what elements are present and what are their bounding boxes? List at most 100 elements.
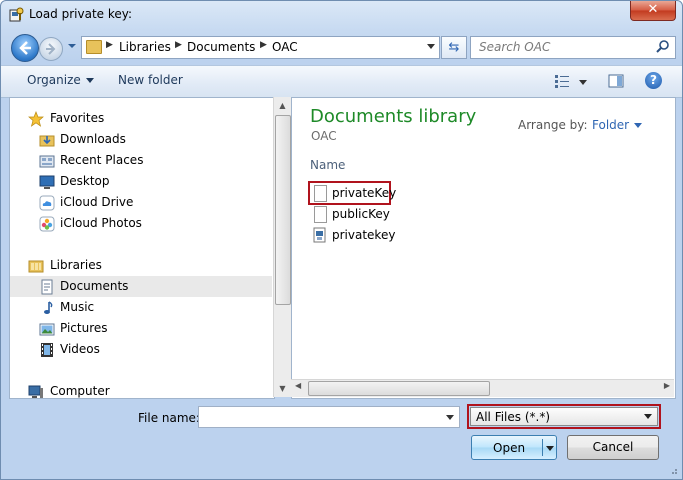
breadcrumb-separator-icon[interactable]: ▶ (260, 40, 267, 50)
arrange-by-value: Folder (592, 118, 630, 132)
nav-icloud-photos[interactable]: iCloud Photos (10, 213, 272, 234)
desktop-icon (39, 175, 55, 189)
forward-arrow-icon (46, 43, 56, 55)
nav-icloud-drive-label: iCloud Drive (60, 195, 134, 209)
change-view-icon[interactable] (554, 73, 570, 89)
change-view-chevron-icon[interactable] (579, 80, 587, 85)
nav-icloud-drive[interactable]: iCloud Drive (10, 192, 272, 213)
search-box[interactable]: Search OAC (470, 36, 676, 59)
file-name-chevron-icon[interactable] (446, 415, 454, 420)
resize-grip-icon[interactable] (668, 465, 678, 475)
nav-documents-label: Documents (60, 279, 129, 293)
scroll-left-icon[interactable]: ◀ (295, 381, 301, 390)
open-button-divider (542, 439, 543, 456)
downloads-folder-icon (39, 135, 55, 147)
file-row[interactable]: privatekey (310, 226, 510, 246)
file-type-value: All Files (*.*) (476, 410, 551, 424)
breadcrumb-libraries[interactable]: Libraries (119, 40, 171, 54)
horizontal-scroll-thumb[interactable] (308, 381, 490, 396)
videos-icon (41, 343, 53, 357)
back-arrow-icon (19, 41, 31, 55)
file-row[interactable]: privateKey (310, 184, 510, 204)
arrange-by-label: Arrange by: (518, 118, 588, 132)
organize-chevron-icon (85, 78, 94, 83)
nav-recent-places[interactable]: Recent Places (10, 150, 272, 171)
blank-file-icon (314, 185, 327, 202)
cancel-button[interactable]: Cancel (567, 435, 659, 460)
music-icon (44, 301, 53, 314)
arrange-by-chevron-icon (634, 123, 643, 128)
refresh-icon: ⇆ (448, 40, 460, 55)
nav-computer-label: Computer (50, 384, 110, 398)
refresh-button[interactable]: ⇆ (441, 36, 467, 59)
file-type-select[interactable]: All Files (*.*) (470, 407, 658, 426)
column-header-name[interactable]: Name (310, 158, 345, 172)
nav-downloads[interactable]: Downloads (10, 129, 272, 150)
file-row[interactable]: publicKey (310, 205, 510, 225)
organize-menu-button[interactable]: Organize (27, 73, 94, 87)
pictures-icon (39, 323, 55, 336)
file-name-input[interactable] (198, 406, 460, 428)
search-placeholder: Search OAC (479, 40, 551, 54)
nav-libraries[interactable]: Libraries (10, 255, 272, 276)
organize-label: Organize (27, 73, 81, 87)
breadcrumb-oac[interactable]: OAC (272, 40, 298, 54)
library-title: Documents library (310, 106, 477, 127)
address-history-chevron-icon[interactable] (427, 44, 435, 49)
folder-icon (86, 40, 102, 54)
forward-button[interactable] (39, 37, 63, 61)
scroll-thumb[interactable] (275, 115, 291, 305)
address-bar[interactable]: ▶ Libraries ▶ Documents ▶ OAC (81, 36, 440, 59)
file-name: privatekey (332, 228, 396, 242)
recent-pages-chevron-icon[interactable] (67, 41, 77, 51)
file-type-chevron-icon (644, 414, 652, 419)
back-button[interactable] (11, 34, 39, 62)
blank-file-icon (314, 206, 327, 223)
file-list-pane: Documents library OAC Arrange by: Folder… (291, 97, 676, 399)
icloud-photos-icon (39, 216, 55, 232)
window-title: Load private key: (29, 7, 133, 21)
navigation-pane-scrollbar[interactable]: ▲ ▼ (273, 97, 291, 397)
file-name: privateKey (332, 186, 397, 200)
nav-computer[interactable]: Computer (10, 381, 272, 398)
close-button[interactable]: ✕ (630, 1, 676, 21)
documents-icon (41, 279, 53, 295)
breadcrumb-separator-icon[interactable]: ▶ (175, 40, 182, 50)
title-bar[interactable]: Load private key: ✕ (1, 1, 682, 29)
search-icon[interactable] (655, 39, 671, 55)
star-icon (28, 111, 44, 127)
nav-videos-label: Videos (60, 342, 100, 356)
putty-key-file-icon (313, 227, 326, 243)
nav-music-label: Music (60, 300, 95, 314)
arrange-by-dropdown[interactable]: Folder (592, 118, 643, 132)
scroll-up-icon[interactable]: ▲ (274, 97, 291, 114)
open-button[interactable]: Open (471, 435, 557, 460)
preview-pane-icon[interactable] (608, 73, 624, 89)
help-icon[interactable]: ? (645, 72, 662, 89)
recent-places-icon (39, 155, 55, 168)
nav-favorites-label: Favorites (50, 111, 105, 125)
scroll-down-icon[interactable]: ▼ (274, 380, 291, 397)
library-subtitle: OAC (311, 129, 337, 143)
nav-desktop[interactable]: Desktop (10, 171, 272, 192)
open-file-dialog: Load private key: ✕ ▶ Libraries ▶ Docume… (0, 0, 683, 480)
nav-pictures[interactable]: Pictures (10, 318, 272, 339)
nav-videos[interactable]: Videos (10, 339, 272, 360)
computer-icon (28, 385, 43, 398)
nav-downloads-label: Downloads (60, 132, 126, 146)
scroll-right-icon[interactable]: ▶ (664, 381, 670, 390)
nav-music[interactable]: Music (10, 297, 272, 318)
nav-libraries-label: Libraries (50, 258, 102, 272)
breadcrumb-separator-icon[interactable]: ▶ (106, 40, 113, 50)
file-list-horizontal-scrollbar[interactable]: ◀ ▶ (291, 379, 674, 397)
nav-favorites[interactable]: Favorites (10, 108, 272, 129)
nav-pictures-label: Pictures (60, 321, 108, 335)
file-name-label: File name: (138, 411, 200, 425)
nav-documents[interactable]: Documents (10, 276, 272, 297)
new-folder-button[interactable]: New folder (118, 73, 183, 87)
open-options-chevron-icon[interactable] (546, 446, 554, 451)
icloud-drive-icon (39, 195, 55, 211)
command-toolbar: Organize New folder ? (1, 65, 682, 98)
breadcrumb-documents[interactable]: Documents (187, 40, 255, 54)
file-name: publicKey (332, 207, 390, 221)
